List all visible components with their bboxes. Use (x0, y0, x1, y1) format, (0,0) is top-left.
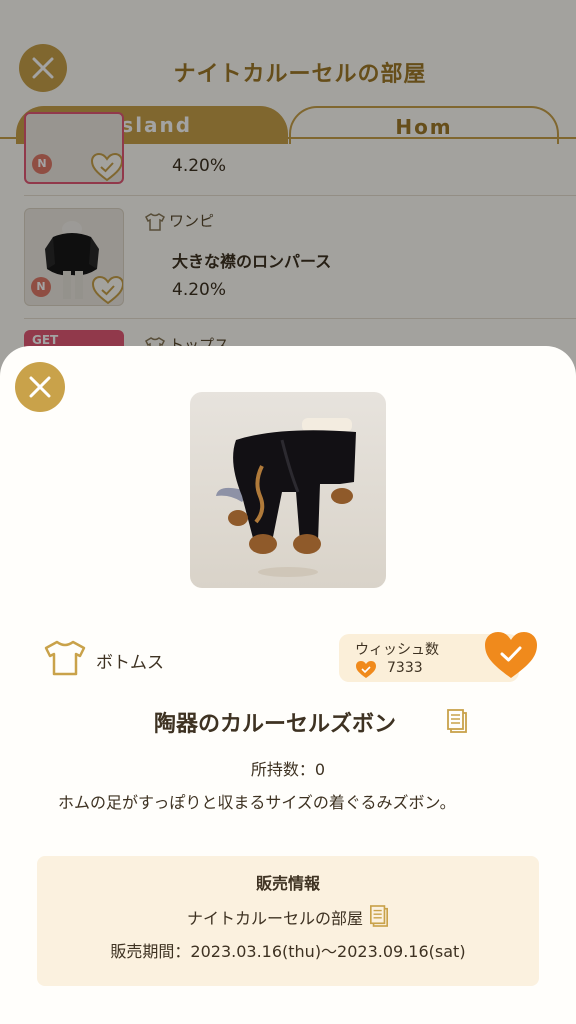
sale-info-box: 販売情報 ナイトカルーセルの部屋 販売期間：2023.03.16(thu)〜20… (37, 856, 539, 986)
owned-count: 所持数：0 (250, 760, 326, 779)
wish-heart-button[interactable] (483, 630, 539, 680)
sale-room-label: ナイトカルーセルの部屋 (186, 909, 363, 928)
item-description: ホムの足がすっぽりと収まるサイズの着ぐるみズボン。 (58, 793, 456, 812)
item-title: 陶器のカルーセルズボン (154, 712, 397, 737)
sale-room[interactable]: ナイトカルーセルの部屋 (37, 904, 539, 929)
sale-info-title: 販売情報 (255, 874, 320, 893)
item-image (190, 392, 386, 588)
item-detail-sheet: ボトムス ウィッシュ数 7333 陶器のカルーセルズボン 所持数：0 ホムの足が… (0, 346, 576, 1024)
copy-icon[interactable] (446, 708, 468, 734)
shirt-icon (44, 640, 86, 676)
close-icon (29, 376, 51, 398)
close-button[interactable] (15, 362, 65, 412)
copy-icon[interactable] (369, 904, 389, 928)
sale-period: 販売期間：2023.03.16(thu)〜2023.09.16(sat) (110, 942, 466, 961)
heart-icon (356, 661, 376, 678)
category-label: ボトムス (96, 653, 164, 673)
wish-count: 7333 (387, 660, 423, 676)
wish-label: ウィッシュ数 (355, 642, 439, 658)
pants-image (216, 418, 356, 577)
